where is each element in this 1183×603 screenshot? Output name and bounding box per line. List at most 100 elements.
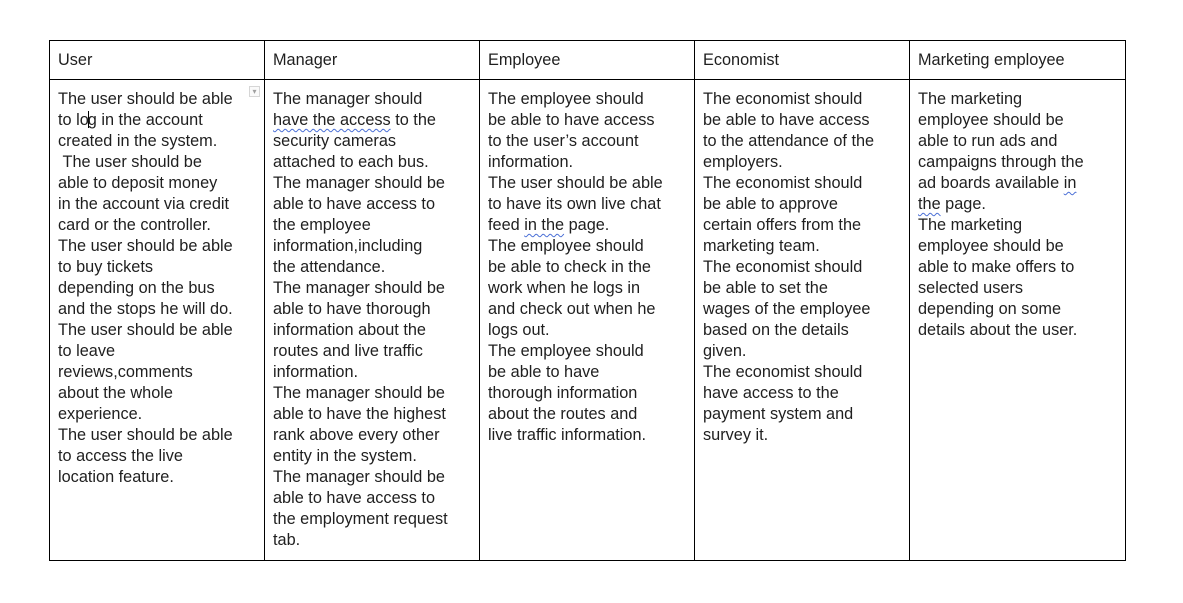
text-cursor — [87, 111, 89, 128]
cell-text-line: The employee should — [488, 342, 644, 360]
cell-text-line: depending on the bus — [58, 279, 215, 297]
header-economist[interactable]: Economist — [694, 40, 910, 80]
cell-text-line: to the attendance of the — [703, 132, 875, 150]
cell-text-line: The manager should be — [273, 174, 445, 192]
cell-text-line: The manager should be — [273, 468, 445, 486]
cell-text-line: The user should be — [58, 153, 202, 171]
cell-text-line: be able to set the — [703, 279, 828, 297]
cell-text-line: the employee — [273, 216, 371, 234]
cell-text-line: and check out when he — [488, 300, 656, 318]
cell-text-line: to buy tickets — [58, 258, 154, 276]
cell-text-line: rank above every other — [273, 426, 440, 444]
cell-text-line: depending on some — [918, 300, 1062, 318]
cell-text-line: able to have the highest — [273, 405, 446, 423]
cell-text-line: The user should be able — [58, 426, 233, 444]
cell-marketing-employee[interactable]: The marketing employee should be able to r… — [909, 79, 1126, 561]
cell-text-line: able to run ads and — [918, 132, 1058, 150]
cell-text-line: The user should be able — [58, 90, 233, 108]
cell-text-line: routes and live traffic — [273, 342, 423, 360]
cell-text-line: be able to check in the — [488, 258, 651, 276]
cell-text-line: thorough information — [488, 384, 638, 402]
cell-employee[interactable]: The employee should be able to have acces… — [479, 79, 695, 561]
cell-text-line: The marketing — [918, 216, 1023, 234]
cell-text-line: The economist should — [703, 174, 863, 192]
cell-text-line: wages of the employee — [703, 300, 871, 318]
cell-text-line: feed in the page. — [488, 216, 610, 234]
cell-economist[interactable]: The economist should be able to have acce… — [694, 79, 910, 561]
cell-text-line: have the access to the — [273, 111, 436, 129]
header-user[interactable]: User — [49, 40, 265, 80]
cell-text-line: card or the controller. — [58, 216, 211, 234]
cell-manager[interactable]: The manager should have the access to the… — [264, 79, 480, 561]
cell-text-line: about the whole — [58, 384, 173, 402]
cell-text-line: experience. — [58, 405, 143, 423]
cell-text-line: able to have thorough — [273, 300, 431, 318]
document-page: User Manager Employee Economist Marketin… — [0, 0, 1183, 603]
cell-text-line: selected users — [918, 279, 1023, 297]
header-manager[interactable]: Manager — [264, 40, 480, 80]
cell-text-line: to access the live — [58, 447, 183, 465]
cell-text-line: The user should be able — [488, 174, 663, 192]
cell-text-line: The marketing — [918, 90, 1023, 108]
cell-text-line: be able to have access — [488, 111, 655, 129]
cell-text-line: in the account via credit — [58, 195, 230, 213]
dropdown-arrow-icon[interactable]: ▾ — [249, 86, 260, 97]
cell-text-line: details about the user. — [918, 321, 1078, 339]
cell-text-line: The economist should — [703, 90, 863, 108]
cell-text-line: The economist should — [703, 258, 863, 276]
cell-text-line: entity in the system. — [273, 447, 417, 465]
table-header-row: User Manager Employee Economist Marketin… — [49, 40, 1126, 80]
cell-text-line: be able to have — [488, 363, 600, 381]
cell-text-line: survey it. — [703, 426, 769, 444]
cell-text-line: payment system and — [703, 405, 854, 423]
cell-text-line: work when he logs in — [488, 279, 641, 297]
cell-text-line: The user should be able — [58, 237, 233, 255]
cell-text-line: information,including — [273, 237, 423, 255]
cell-user[interactable]: ▾ The user should be able to log in the a… — [49, 79, 265, 561]
cell-text-line: The user should be able — [58, 321, 233, 339]
cell-text-line: to log in the account — [58, 111, 203, 129]
cell-text-line: have access to the — [703, 384, 839, 402]
spellcheck-underline[interactable]: the — [918, 195, 941, 213]
cell-text-line: logs out. — [488, 321, 550, 339]
cell-text-line: information. — [488, 153, 574, 171]
cell-text-line: campaigns through the — [918, 153, 1084, 171]
cell-text-line: the page. — [918, 195, 986, 213]
cell-text-line: attached to each bus. — [273, 153, 429, 171]
cell-text-line: employers. — [703, 153, 783, 171]
cell-text-line: reviews,comments — [58, 363, 193, 381]
cell-text-line: employee should be — [918, 237, 1064, 255]
cell-text-line: able to have access to — [273, 195, 436, 213]
cell-text-line: employee should be — [918, 111, 1064, 129]
cell-text-line: able to have access to — [273, 489, 436, 507]
cell-text-line: live traffic information. — [488, 426, 647, 444]
spellcheck-underline[interactable]: in — [1064, 174, 1077, 192]
header-employee[interactable]: Employee — [479, 40, 695, 80]
cell-text-line: to the user’s account — [488, 132, 639, 150]
cell-text-line: The manager should be — [273, 384, 445, 402]
cell-text-line: to leave — [58, 342, 116, 360]
cell-text-line: The economist should — [703, 363, 863, 381]
cell-text-line: The manager should — [273, 90, 423, 108]
spellcheck-underline[interactable]: have the access — [273, 111, 391, 129]
cell-text-line: information. — [273, 363, 359, 381]
cell-text-line: able to make offers to — [918, 258, 1075, 276]
cell-text-line: The manager should be — [273, 279, 445, 297]
cell-text-line: the attendance. — [273, 258, 386, 276]
cell-text-line: to have its own live chat — [488, 195, 661, 213]
cell-text-line: and the stops he will do. — [58, 300, 233, 318]
cell-text-line: given. — [703, 342, 747, 360]
cell-text-line: marketing team. — [703, 237, 820, 255]
cell-text-line: be able to approve — [703, 195, 838, 213]
cell-text-line: information about the — [273, 321, 426, 339]
cell-text-line: The employee should — [488, 90, 644, 108]
cell-text-line: security cameras — [273, 132, 397, 150]
header-marketing-employee[interactable]: Marketing employee — [909, 40, 1126, 80]
cell-text-line: based on the details — [703, 321, 849, 339]
cell-text-line: created in the system. — [58, 132, 218, 150]
cell-text-line: the employment request — [273, 510, 448, 528]
cell-text-line: able to deposit money — [58, 174, 218, 192]
spellcheck-underline[interactable]: in the — [524, 216, 564, 234]
cell-text-line: certain offers from the — [703, 216, 862, 234]
table-row: ▾ The user should be able to log in the a… — [49, 79, 1126, 561]
